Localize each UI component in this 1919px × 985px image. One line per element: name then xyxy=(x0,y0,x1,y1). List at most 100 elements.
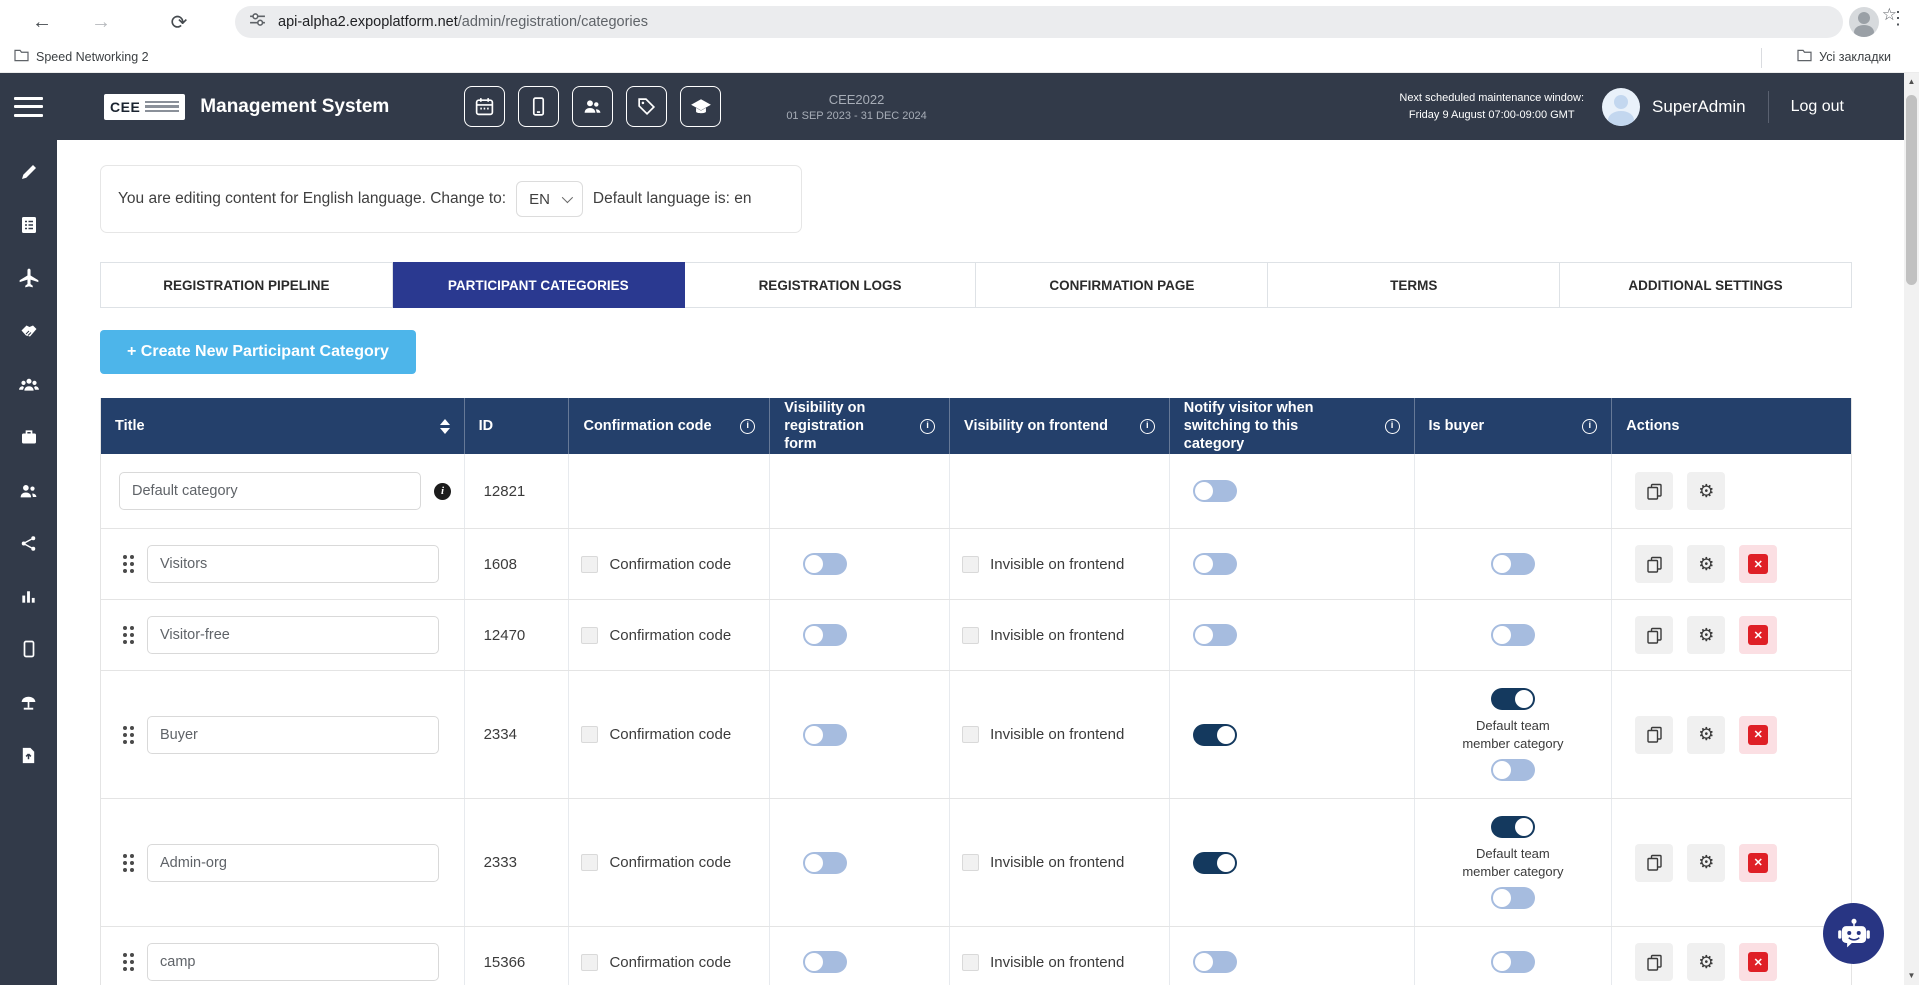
category-title-input[interactable] xyxy=(147,943,439,981)
settings-button[interactable]: ⚙ xyxy=(1687,844,1725,882)
copy-button[interactable] xyxy=(1635,943,1673,981)
scroll-up-icon[interactable]: ▲ xyxy=(1904,75,1919,89)
is-buyer-toggle[interactable] xyxy=(1491,688,1535,710)
bookmark-folder-speed-networking[interactable]: Speed Networking 2 xyxy=(14,49,149,65)
confirmation-code-checkbox[interactable] xyxy=(581,726,598,743)
invisible-frontend-checkbox[interactable] xyxy=(962,556,979,573)
briefcase-icon[interactable] xyxy=(0,417,57,457)
copy-button[interactable] xyxy=(1635,716,1673,754)
share-icon[interactable] xyxy=(0,523,57,563)
mobile-icon[interactable] xyxy=(0,629,57,669)
logout-button[interactable]: Log out xyxy=(1791,98,1844,116)
analytics-icon[interactable] xyxy=(0,576,57,616)
back-icon[interactable]: ← xyxy=(26,6,58,38)
visibility-registration-toggle[interactable] xyxy=(803,624,847,646)
drag-handle-icon[interactable] xyxy=(123,626,134,644)
is-buyer-toggle[interactable] xyxy=(1491,553,1535,575)
confirmation-code-checkbox[interactable] xyxy=(581,556,598,573)
browser-profile-avatar[interactable] xyxy=(1849,7,1879,37)
info-icon[interactable]: i xyxy=(434,483,451,500)
invisible-frontend-checkbox[interactable] xyxy=(962,726,979,743)
delete-button[interactable]: ✕ xyxy=(1739,844,1777,882)
create-category-button[interactable]: + Create New Participant Category xyxy=(100,330,416,374)
handshake-icon[interactable] xyxy=(0,311,57,351)
info-icon[interactable]: i xyxy=(740,419,755,434)
copy-button[interactable] xyxy=(1635,616,1673,654)
invisible-frontend-checkbox[interactable] xyxy=(962,627,979,644)
site-settings-icon[interactable] xyxy=(249,11,266,33)
notify-toggle[interactable] xyxy=(1193,852,1237,874)
invisible-frontend-checkbox[interactable] xyxy=(962,854,979,871)
notify-toggle[interactable] xyxy=(1193,624,1237,646)
attendees-icon[interactable] xyxy=(0,364,57,404)
team-icon[interactable] xyxy=(0,470,57,510)
copy-button[interactable] xyxy=(1635,545,1673,583)
notify-toggle[interactable] xyxy=(1193,480,1237,502)
default-team-member-toggle[interactable] xyxy=(1491,759,1535,781)
info-icon[interactable]: i xyxy=(1385,419,1400,434)
is-buyer-toggle[interactable] xyxy=(1491,624,1535,646)
reload-icon[interactable]: ⟳ xyxy=(163,6,195,38)
visibility-registration-toggle[interactable] xyxy=(803,553,847,575)
category-title-input[interactable] xyxy=(147,545,439,583)
copy-button[interactable] xyxy=(1635,472,1673,510)
category-title-input[interactable] xyxy=(119,472,421,510)
tab-confirmation-page[interactable]: CONFIRMATION PAGE xyxy=(976,262,1268,308)
is-buyer-toggle[interactable] xyxy=(1491,951,1535,973)
mobile-app-icon[interactable] xyxy=(518,86,559,127)
notify-toggle[interactable] xyxy=(1193,553,1237,575)
settings-button[interactable]: ⚙ xyxy=(1687,616,1725,654)
booth-icon[interactable] xyxy=(0,682,57,722)
drag-handle-icon[interactable] xyxy=(123,726,134,744)
drag-handle-icon[interactable] xyxy=(123,953,134,971)
is-buyer-toggle[interactable] xyxy=(1491,816,1535,838)
visibility-registration-toggle[interactable] xyxy=(803,852,847,874)
drag-handle-icon[interactable] xyxy=(123,555,134,573)
notify-toggle[interactable] xyxy=(1193,724,1237,746)
user-avatar[interactable] xyxy=(1602,88,1640,126)
invisible-frontend-checkbox[interactable] xyxy=(962,954,979,971)
delete-button[interactable]: ✕ xyxy=(1739,716,1777,754)
education-icon[interactable] xyxy=(680,86,721,127)
confirmation-code-checkbox[interactable] xyxy=(581,627,598,644)
category-title-input[interactable] xyxy=(147,716,439,754)
info-icon[interactable]: i xyxy=(920,419,935,434)
travel-icon[interactable] xyxy=(0,258,57,298)
notify-toggle[interactable] xyxy=(1193,951,1237,973)
tab-terms[interactable]: TERMS xyxy=(1268,262,1560,308)
delete-button[interactable]: ✕ xyxy=(1739,616,1777,654)
tab-registration-logs[interactable]: REGISTRATION LOGS xyxy=(685,262,977,308)
scroll-down-icon[interactable]: ▼ xyxy=(1904,969,1919,983)
sort-icon[interactable] xyxy=(440,419,450,434)
scrollbar-thumb[interactable] xyxy=(1906,95,1917,285)
category-title-input[interactable] xyxy=(147,844,439,882)
settings-button[interactable]: ⚙ xyxy=(1687,545,1725,583)
default-team-member-toggle[interactable] xyxy=(1491,887,1535,909)
page-scrollbar[interactable]: ▲ ▼ xyxy=(1904,73,1919,985)
visibility-registration-toggle[interactable] xyxy=(803,951,847,973)
calendar-icon[interactable] xyxy=(464,86,505,127)
settings-button[interactable]: ⚙ xyxy=(1687,943,1725,981)
copy-button[interactable] xyxy=(1635,844,1673,882)
settings-button[interactable]: ⚙ xyxy=(1687,472,1725,510)
category-title-input[interactable] xyxy=(147,616,439,654)
tab-additional-settings[interactable]: ADDITIONAL SETTINGS xyxy=(1560,262,1852,308)
settings-button[interactable]: ⚙ xyxy=(1687,716,1725,754)
tab-participant-categories[interactable]: PARTICIPANT CATEGORIES xyxy=(393,262,685,308)
file-export-icon[interactable] xyxy=(0,735,57,775)
delete-button[interactable]: ✕ xyxy=(1739,943,1777,981)
tag-icon[interactable] xyxy=(626,86,667,127)
participants-icon[interactable] xyxy=(572,86,613,127)
drag-handle-icon[interactable] xyxy=(123,854,134,872)
form-list-icon[interactable] xyxy=(0,205,57,245)
app-logo[interactable]: CEE xyxy=(104,94,185,120)
all-bookmarks-button[interactable]: Усі закладки xyxy=(1797,49,1891,65)
address-bar[interactable]: api-alpha2.expoplatform.net/admin/regist… xyxy=(235,6,1843,38)
confirmation-code-checkbox[interactable] xyxy=(581,854,598,871)
language-select[interactable]: EN xyxy=(516,181,583,217)
info-icon[interactable]: i xyxy=(1582,419,1597,434)
visibility-registration-toggle[interactable] xyxy=(803,724,847,746)
confirmation-code-checkbox[interactable] xyxy=(581,954,598,971)
hamburger-menu-icon[interactable] xyxy=(14,97,43,117)
edit-icon[interactable] xyxy=(0,152,57,192)
